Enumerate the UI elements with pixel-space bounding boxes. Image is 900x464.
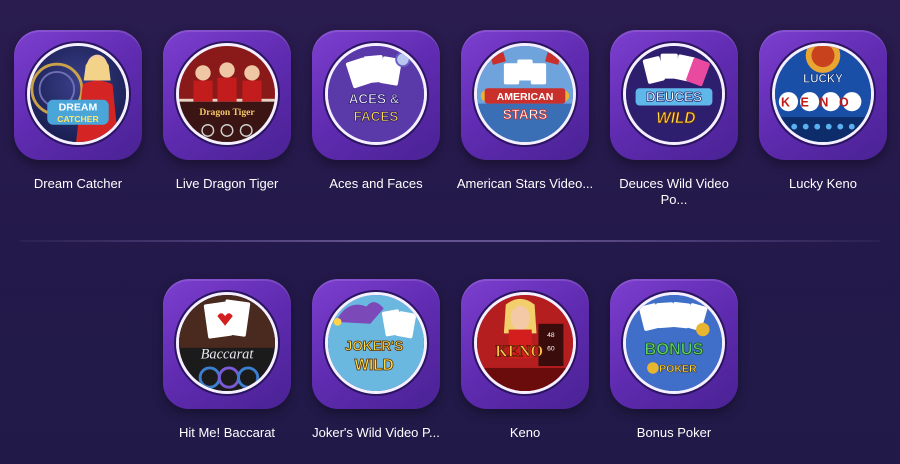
keno-icon: 48 60 KENO — [474, 292, 576, 394]
logo-text-line-1: LUCKY — [803, 73, 843, 85]
game-title[interactable]: Dream Catcher — [9, 176, 147, 192]
logo-text: Baccarat — [201, 346, 255, 362]
tile-frame: Dragon Tiger — [163, 30, 291, 160]
tile-frame: Baccarat — [163, 279, 291, 409]
dream-catcher-icon: DREAM CATCHER — [27, 43, 129, 145]
game-title[interactable]: Live Dragon Tiger — [158, 176, 296, 192]
logo-text-line-2: POKER — [659, 363, 697, 375]
tile-frame: JOKER'S WILD — [312, 279, 440, 409]
game-title[interactable]: Deuces Wild Video Po... — [605, 176, 743, 208]
american-stars-icon: AMERICAN STARS — [474, 43, 576, 145]
tile-frame: BONUS POKER — [610, 279, 738, 409]
logo-text: Dragon Tiger — [199, 107, 255, 118]
game-tile-live-dragon-tiger[interactable]: Dragon Tiger Live Dragon Tiger — [158, 30, 296, 192]
hit-me-baccarat-icon: Baccarat — [176, 292, 278, 394]
game-tile-lucky-keno[interactable]: LUCKY KENO Lucky Keno — [754, 30, 892, 192]
deuces-wild-icon: DEUCES WILD — [623, 43, 725, 145]
aces-faces-icon: ACES & FACES — [325, 43, 427, 145]
logo-text-line-2: WILD — [354, 357, 393, 374]
logo-text-line-1: BONUS — [645, 341, 704, 359]
game-tile-deuces-wild[interactable]: DEUCES WILD Deuces Wild Video Po... — [605, 30, 743, 208]
game-title[interactable]: American Stars Video... — [456, 176, 594, 192]
game-tile-keno[interactable]: 48 60 KENO Keno — [456, 279, 594, 441]
tile-frame: LUCKY KENO — [759, 30, 887, 160]
logo-text-line-1: ACES & — [349, 92, 400, 107]
logo-text-line-1: JOKER'S — [345, 339, 403, 354]
game-tile-jokers-wild[interactable]: JOKER'S WILD Joker's Wild Video P... — [307, 279, 445, 441]
section-divider — [20, 240, 880, 242]
logo-text: KENO — [495, 341, 543, 360]
logo-text-line-2: FACES — [354, 109, 399, 124]
tile-frame: ACES & FACES — [312, 30, 440, 160]
game-tile-bonus-poker[interactable]: BONUS POKER Bonus Poker — [605, 279, 743, 441]
jokers-wild-icon: JOKER'S WILD — [325, 292, 427, 394]
game-title[interactable]: Aces and Faces — [307, 176, 445, 192]
tile-frame: 48 60 KENO — [461, 279, 589, 409]
tile-frame: AMERICAN STARS — [461, 30, 589, 160]
game-title[interactable]: Joker's Wild Video P... — [307, 425, 445, 441]
logo-text-line-1: DREAM — [59, 101, 98, 113]
logo-text-line-1: DEUCES — [646, 90, 702, 105]
game-title[interactable]: Bonus Poker — [605, 425, 743, 441]
game-tile-aces-and-faces[interactable]: ACES & FACES Aces and Faces — [307, 30, 445, 192]
game-tile-american-stars[interactable]: AMERICAN STARS American Stars Video... — [456, 30, 594, 192]
logo-text-line-2: STARS — [503, 107, 548, 122]
game-tile-dream-catcher[interactable]: DREAM CATCHER Dream Catcher — [9, 30, 147, 192]
game-title[interactable]: Keno — [456, 425, 594, 441]
logo-text-line-1: AMERICAN — [497, 91, 554, 103]
bonus-poker-icon: BONUS POKER — [623, 292, 725, 394]
logo-text-line-2: CATCHER — [57, 114, 99, 124]
tile-frame: DREAM CATCHER — [14, 30, 142, 160]
game-title[interactable]: Lucky Keno — [754, 176, 892, 192]
svg-text:48: 48 — [547, 332, 555, 339]
tile-frame: DEUCES WILD — [610, 30, 738, 160]
lucky-keno-icon: LUCKY KENO — [772, 43, 874, 145]
svg-text:60: 60 — [547, 346, 555, 353]
dragon-tiger-icon: Dragon Tiger — [176, 43, 278, 145]
logo-text-line-2: KENO — [781, 95, 859, 109]
game-tile-hit-me-baccarat[interactable]: Baccarat Hit Me! Baccarat — [158, 279, 296, 441]
logo-text-line-2: WILD — [656, 110, 695, 127]
game-title[interactable]: Hit Me! Baccarat — [158, 425, 296, 441]
